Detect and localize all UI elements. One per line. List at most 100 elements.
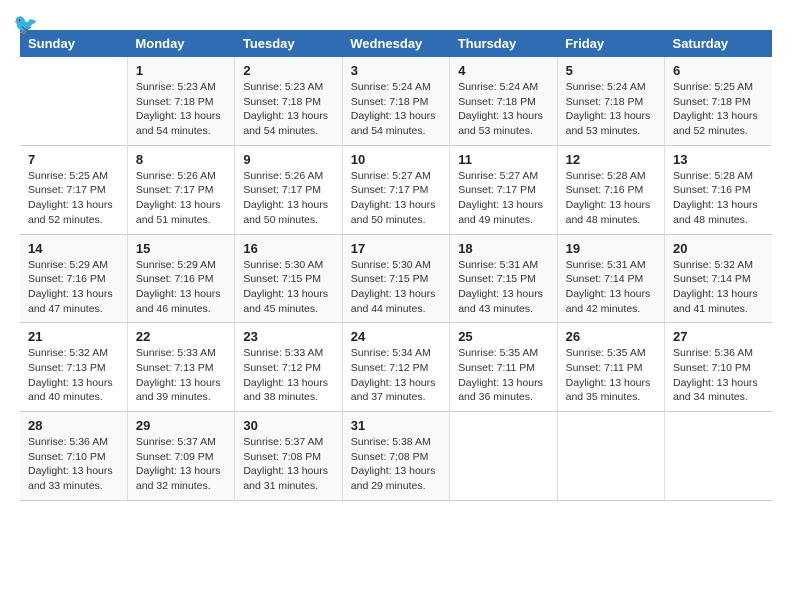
day-info: Sunrise: 5:30 AM Sunset: 7:15 PM Dayligh… xyxy=(351,258,441,317)
day-cell: 27 Sunrise: 5:36 AM Sunset: 7:10 PM Dayli… xyxy=(665,323,772,412)
day-info: Sunrise: 5:24 AM Sunset: 7:18 PM Dayligh… xyxy=(351,80,441,139)
day-cell: 29 Sunrise: 5:37 AM Sunset: 7:09 PM Dayli… xyxy=(127,412,234,501)
day-cell: 11Sunrise: 5:27 AM Sunset: 7:17 PM Dayli… xyxy=(450,145,557,234)
day-number: 6 xyxy=(673,63,764,78)
day-cell: 5 Sunrise: 5:24 AM Sunset: 7:18 PM Daylig… xyxy=(557,57,664,145)
day-cell: 1Sunrise: 5:23 AM Sunset: 7:18 PM Daylig… xyxy=(127,57,234,145)
day-cell xyxy=(557,412,664,501)
day-cell: 10 Sunrise: 5:27 AM Sunset: 7:17 PM Dayli… xyxy=(342,145,449,234)
day-cell: 26 Sunrise: 5:35 AM Sunset: 7:11 PM Dayli… xyxy=(557,323,664,412)
day-number: 21 xyxy=(28,329,119,344)
day-cell: 28 Sunrise: 5:36 AM Sunset: 7:10 PM Dayli… xyxy=(20,412,127,501)
day-number: 11 xyxy=(458,152,548,167)
day-cell: 31 Sunrise: 5:38 AM Sunset: 7:08 PM Dayli… xyxy=(342,412,449,501)
day-number: 26 xyxy=(566,329,656,344)
day-cell: 2 Sunrise: 5:23 AM Sunset: 7:18 PM Daylig… xyxy=(235,57,342,145)
day-cell: 18 Sunrise: 5:31 AM Sunset: 7:15 PM Dayli… xyxy=(450,234,557,323)
day-info: Sunrise: 5:34 AM Sunset: 7:12 PM Dayligh… xyxy=(351,346,441,405)
day-number: 23 xyxy=(243,329,333,344)
day-cell: 22 Sunrise: 5:33 AM Sunset: 7:13 PM Dayli… xyxy=(127,323,234,412)
day-number: 20 xyxy=(673,241,764,256)
day-info: Sunrise: 5:32 AM Sunset: 7:14 PM Dayligh… xyxy=(673,258,764,317)
day-cell: 19 Sunrise: 5:31 AM Sunset: 7:14 PM Dayli… xyxy=(557,234,664,323)
day-cell xyxy=(450,412,557,501)
day-number: 17 xyxy=(351,241,441,256)
day-cell: 13 Sunrise: 5:28 AM Sunset: 7:16 PM Dayli… xyxy=(665,145,772,234)
day-info: Sunrise: 5:24 AM Sunset: 7:18 PM Dayligh… xyxy=(458,80,548,139)
day-info: Sunrise: 5:29 AM Sunset: 7:16 PM Dayligh… xyxy=(28,258,119,317)
day-number: 29 xyxy=(136,418,226,433)
day-info: Sunrise: 5:33 AM Sunset: 7:13 PM Dayligh… xyxy=(136,346,226,405)
day-number: 25 xyxy=(458,329,548,344)
day-info: Sunrise: 5:38 AM Sunset: 7:08 PM Dayligh… xyxy=(351,435,441,494)
day-cell: 16 Sunrise: 5:30 AM Sunset: 7:15 PM Dayli… xyxy=(235,234,342,323)
day-number: 8 xyxy=(136,152,226,167)
day-number: 9 xyxy=(243,152,333,167)
week-row-5: 28 Sunrise: 5:36 AM Sunset: 7:10 PM Dayli… xyxy=(20,412,772,501)
day-cell: 17 Sunrise: 5:30 AM Sunset: 7:15 PM Dayli… xyxy=(342,234,449,323)
day-number: 2 xyxy=(243,63,333,78)
day-number: 4 xyxy=(458,63,548,78)
day-info: Sunrise: 5:23 AM Sunset: 7:18 PM Dayligh… xyxy=(243,80,333,139)
day-info: Sunrise: 5:31 AM Sunset: 7:15 PM Dayligh… xyxy=(458,258,548,317)
day-number: 3 xyxy=(351,63,441,78)
day-info: Sunrise: 5:30 AM Sunset: 7:15 PM Dayligh… xyxy=(243,258,333,317)
logo-bird-icon: 🐦 xyxy=(13,12,38,37)
header-saturday: Saturday xyxy=(665,30,772,57)
day-info: Sunrise: 5:33 AM Sunset: 7:12 PM Dayligh… xyxy=(243,346,333,405)
day-info: Sunrise: 5:28 AM Sunset: 7:16 PM Dayligh… xyxy=(673,169,764,228)
day-info: Sunrise: 5:37 AM Sunset: 7:09 PM Dayligh… xyxy=(136,435,226,494)
day-info: Sunrise: 5:36 AM Sunset: 7:10 PM Dayligh… xyxy=(28,435,119,494)
week-row-3: 14Sunrise: 5:29 AM Sunset: 7:16 PM Dayli… xyxy=(20,234,772,323)
day-cell: 24 Sunrise: 5:34 AM Sunset: 7:12 PM Dayli… xyxy=(342,323,449,412)
day-cell: 25 Sunrise: 5:35 AM Sunset: 7:11 PM Dayli… xyxy=(450,323,557,412)
header-wednesday: Wednesday xyxy=(342,30,449,57)
week-row-2: 7Sunrise: 5:25 AM Sunset: 7:17 PM Daylig… xyxy=(20,145,772,234)
day-cell: 20 Sunrise: 5:32 AM Sunset: 7:14 PM Dayli… xyxy=(665,234,772,323)
day-number: 15 xyxy=(136,241,226,256)
day-number: 19 xyxy=(566,241,656,256)
day-cell: 3 Sunrise: 5:24 AM Sunset: 7:18 PM Daylig… xyxy=(342,57,449,145)
day-number: 24 xyxy=(351,329,441,344)
header-row: SundayMondayTuesdayWednesdayThursdayFrid… xyxy=(20,30,772,57)
day-cell: 15Sunrise: 5:29 AM Sunset: 7:16 PM Dayli… xyxy=(127,234,234,323)
day-number: 12 xyxy=(566,152,656,167)
day-number: 27 xyxy=(673,329,764,344)
day-info: Sunrise: 5:24 AM Sunset: 7:18 PM Dayligh… xyxy=(566,80,656,139)
day-info: Sunrise: 5:32 AM Sunset: 7:13 PM Dayligh… xyxy=(28,346,119,405)
day-info: Sunrise: 5:25 AM Sunset: 7:18 PM Dayligh… xyxy=(673,80,764,139)
day-cell: 4 Sunrise: 5:24 AM Sunset: 7:18 PM Daylig… xyxy=(450,57,557,145)
day-cell xyxy=(665,412,772,501)
day-cell: 30 Sunrise: 5:37 AM Sunset: 7:08 PM Dayli… xyxy=(235,412,342,501)
header-friday: Friday xyxy=(557,30,664,57)
day-number: 30 xyxy=(243,418,333,433)
day-info: Sunrise: 5:27 AM Sunset: 7:17 PM Dayligh… xyxy=(351,169,441,228)
day-number: 5 xyxy=(566,63,656,78)
day-number: 16 xyxy=(243,241,333,256)
day-number: 28 xyxy=(28,418,119,433)
day-cell: 14Sunrise: 5:29 AM Sunset: 7:16 PM Dayli… xyxy=(20,234,127,323)
day-info: Sunrise: 5:35 AM Sunset: 7:11 PM Dayligh… xyxy=(458,346,548,405)
day-number: 22 xyxy=(136,329,226,344)
week-row-4: 21 Sunrise: 5:32 AM Sunset: 7:13 PM Dayli… xyxy=(20,323,772,412)
day-info: Sunrise: 5:36 AM Sunset: 7:10 PM Dayligh… xyxy=(673,346,764,405)
day-cell: 23 Sunrise: 5:33 AM Sunset: 7:12 PM Dayli… xyxy=(235,323,342,412)
day-info: Sunrise: 5:28 AM Sunset: 7:16 PM Dayligh… xyxy=(566,169,656,228)
day-number: 10 xyxy=(351,152,441,167)
day-number: 31 xyxy=(351,418,441,433)
day-info: Sunrise: 5:23 AM Sunset: 7:18 PM Dayligh… xyxy=(136,80,226,139)
day-info: Sunrise: 5:37 AM Sunset: 7:08 PM Dayligh… xyxy=(243,435,333,494)
header-monday: Monday xyxy=(127,30,234,57)
day-info: Sunrise: 5:26 AM Sunset: 7:17 PM Dayligh… xyxy=(136,169,226,228)
week-row-1: 1Sunrise: 5:23 AM Sunset: 7:18 PM Daylig… xyxy=(20,57,772,145)
calendar-table: SundayMondayTuesdayWednesdayThursdayFrid… xyxy=(20,30,772,501)
day-info: Sunrise: 5:26 AM Sunset: 7:17 PM Dayligh… xyxy=(243,169,333,228)
day-number: 13 xyxy=(673,152,764,167)
day-number: 18 xyxy=(458,241,548,256)
header-tuesday: Tuesday xyxy=(235,30,342,57)
day-cell: 12 Sunrise: 5:28 AM Sunset: 7:16 PM Dayli… xyxy=(557,145,664,234)
day-info: Sunrise: 5:31 AM Sunset: 7:14 PM Dayligh… xyxy=(566,258,656,317)
day-info: Sunrise: 5:35 AM Sunset: 7:11 PM Dayligh… xyxy=(566,346,656,405)
day-cell: 21 Sunrise: 5:32 AM Sunset: 7:13 PM Dayli… xyxy=(20,323,127,412)
header-thursday: Thursday xyxy=(450,30,557,57)
